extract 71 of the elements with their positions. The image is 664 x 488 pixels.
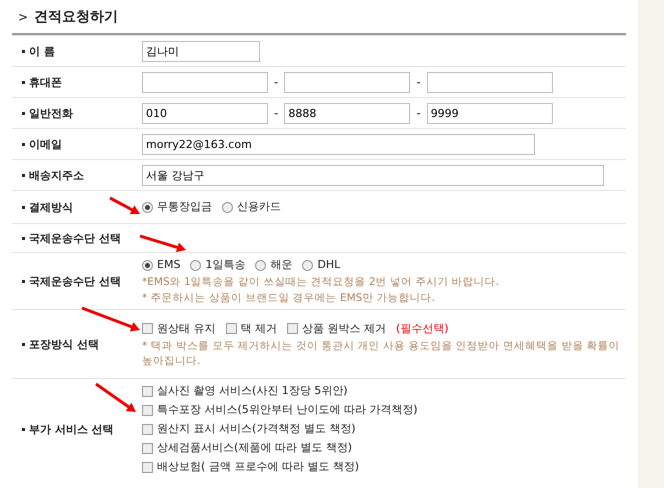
radio-option[interactable]: DHL [302,256,340,274]
field-label: 부가 서비스 선택 [29,422,114,436]
bullet-icon [22,206,25,208]
checkbox-option[interactable]: 특수포장 서비스(5위안부터 난이도에 따라 가격책정) [142,401,622,419]
checkbox[interactable] [142,323,153,334]
checkbox[interactable] [142,386,153,396]
required-note: (필수선택) [396,321,449,336]
radio-option[interactable]: 해운 [255,256,292,274]
input-field[interactable]: 서울 강남구 [142,164,604,186]
checkbox-option[interactable]: 택 제거 [226,320,277,338]
field-label: 결제방식 [29,200,73,214]
radio-button[interactable] [142,202,153,212]
checkbox[interactable] [287,323,298,334]
checkbox[interactable] [142,404,153,416]
radio-option[interactable]: 신용카드 [222,198,281,216]
radio-button[interactable] [222,202,233,212]
input-field[interactable]: 8888 [284,102,410,124]
dash-separator: - [416,106,421,120]
checkbox[interactable] [142,424,153,434]
bullet-icon [22,280,25,282]
dash-separator: - [416,75,421,89]
field-label: 국제운송수단 선택 [29,230,121,246]
bullet-icon [22,174,25,176]
radio-option[interactable]: 1일특송 [190,256,246,274]
radio-option[interactable]: 무통장입금 [142,198,212,216]
page-title: 견적요청하기 [34,8,118,26]
checkbox[interactable] [226,323,236,334]
input-field[interactable]: 김나미 [142,40,260,62]
checkbox-option[interactable]: 상품 원박스 제거 [287,320,386,338]
checkbox[interactable] [142,442,153,454]
field-label: 휴대폰 [29,74,62,90]
input-field[interactable] [426,72,553,92]
bullet-icon [22,112,25,114]
heading-marker: > [18,10,28,24]
pointer-arrow [81,306,140,332]
pointer-arrow [109,196,140,214]
radio-option[interactable]: EMS [142,256,180,274]
field-label: 일반전화 [29,106,73,120]
field-label: 이메일 [29,136,62,152]
pointer-arrow [95,382,136,412]
dash-separator: - [274,106,278,120]
checkbox-option[interactable]: 배상보험( 금액 프로수에 따라 별도 책정) [142,458,622,476]
bullet-icon [22,342,25,346]
dash-separator: - [274,75,278,89]
checkbox-option[interactable]: 실사진 촬영 서비스(사진 1장당 5위안) [142,382,622,400]
checkbox[interactable] [142,462,153,472]
pointer-arrow [140,234,186,252]
field-label: 배송지주소 [29,168,84,182]
input-field[interactable]: morry22@163.com [142,134,535,154]
radio-button[interactable] [190,260,202,270]
input-field[interactable] [284,72,410,92]
input-field[interactable]: 010 [142,102,268,124]
bullet-icon [22,428,25,430]
note-text: * 주문하시는 상품이 브랜드일 경우에는 EMS만 가능합니다. [142,291,436,306]
note-text: * 택과 박스를 모두 제거하시는 것이 통관시 개인 사용 용도임을 인정받아 면세혜택을 받을 확률이 높아집니다. [142,338,621,368]
radio-button[interactable] [255,260,266,270]
radio-button[interactable] [142,260,153,270]
bullet-icon [22,80,25,84]
bullet-icon [22,236,25,240]
checkbox-option[interactable]: 원산지 표시 서비스(가격책정 별도 책정) [142,420,622,438]
field-label: 이 름 [29,44,55,58]
bullet-icon [22,142,25,146]
field-label: 국제운송수단 선택 [29,274,121,288]
field-label: 포장방식 선택 [29,336,99,352]
bullet-icon [22,50,25,52]
input-field[interactable] [142,72,268,92]
note-text: *EMS와 1일특송을 같이 쓰실때는 견적요청을 2번 넣어 주시기 바랍니다. [142,275,500,290]
input-field[interactable]: 9999 [426,102,553,124]
radio-button[interactable] [302,260,314,270]
checkbox-option[interactable]: 상세검품서비스(제품에 따라 별도 책정) [142,439,622,457]
checkbox-option[interactable]: 원상태 유지 [142,320,216,338]
